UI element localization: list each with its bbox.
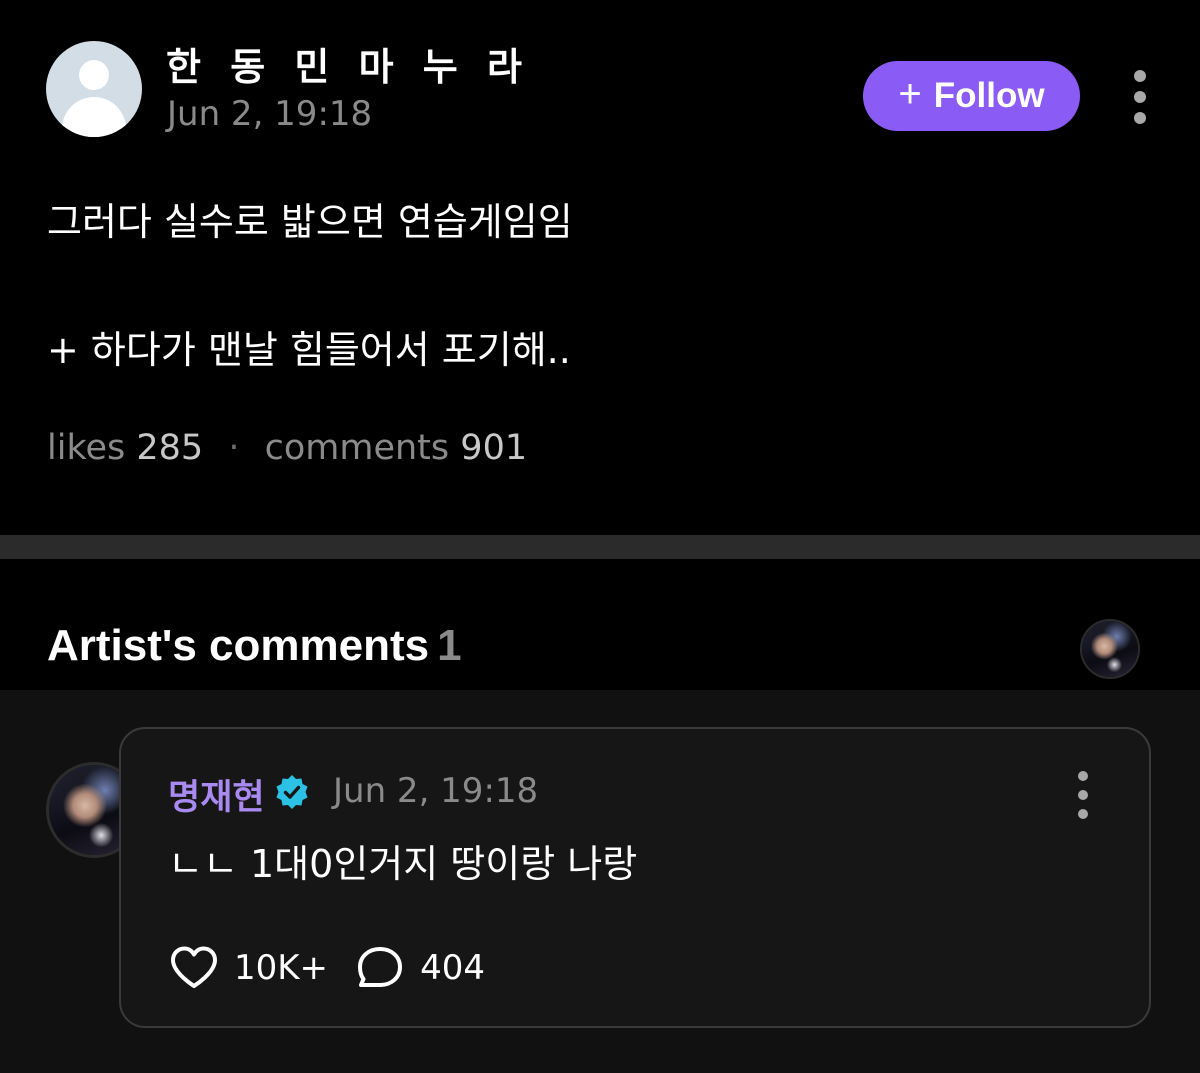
- comment-timestamp: Jun 2, 19:18: [333, 771, 539, 811]
- artist-comments-count: 1: [437, 621, 462, 670]
- comments-count[interactable]: 901: [460, 428, 527, 468]
- speech-bubble-icon[interactable]: [354, 944, 406, 992]
- commenter-name[interactable]: 명재현: [168, 769, 265, 820]
- comments-area: 명재현 Jun 2, 19:18 ㄴㄴ 1대0인거지 땅이랑 나랑 10K+ 4…: [0, 690, 1200, 1073]
- comment-more-options-icon[interactable]: [1068, 771, 1098, 819]
- follow-button[interactable]: + Follow: [863, 61, 1080, 131]
- plus-icon: +: [898, 72, 922, 116]
- separator-dot: ·: [228, 428, 240, 468]
- artist-comments-title: Artist's comments 1: [47, 621, 462, 670]
- comment-text: ㄴㄴ 1대0인거지 땅이랑 나랑: [168, 842, 638, 886]
- author-name[interactable]: 한 동 민 마 누 라: [166, 36, 530, 91]
- post-text-line: 그러다 실수로 밟으면 연습게임임: [47, 200, 573, 244]
- user-silhouette-icon: [79, 60, 109, 90]
- comments-label: comments: [264, 428, 450, 468]
- follow-label: Follow: [933, 76, 1045, 115]
- post-text-line: + 하다가 맨날 힘들어서 포기해..: [47, 328, 571, 372]
- likes-count[interactable]: 285: [136, 428, 203, 468]
- section-divider: [0, 535, 1200, 559]
- post: 한 동 민 마 누 라 Jun 2, 19:18 + Follow 그러다 실수…: [0, 0, 1200, 535]
- post-stats: likes 285 · comments 901: [47, 428, 527, 468]
- author-avatar[interactable]: [46, 41, 142, 137]
- verified-badge-icon: [276, 775, 308, 809]
- artist-comments-header: Artist's comments 1: [0, 559, 1200, 690]
- likes-label: likes: [47, 428, 126, 468]
- comment-reply-count: 404: [420, 948, 485, 988]
- comment-actions: 10K+ 404: [168, 943, 511, 993]
- artist-comment-card[interactable]: 명재현 Jun 2, 19:18 ㄴㄴ 1대0인거지 땅이랑 나랑 10K+ 4…: [119, 727, 1151, 1028]
- post-body: 그러다 실수로 밟으면 연습게임임 + 하다가 맨날 힘들어서 포기해..: [47, 190, 1147, 382]
- more-options-icon[interactable]: [1125, 70, 1155, 124]
- post-timestamp: Jun 2, 19:18: [167, 94, 373, 134]
- comment-like-count: 10K+: [234, 948, 329, 988]
- heart-outline-icon[interactable]: [168, 944, 220, 992]
- artist-mini-avatar[interactable]: [1080, 619, 1140, 679]
